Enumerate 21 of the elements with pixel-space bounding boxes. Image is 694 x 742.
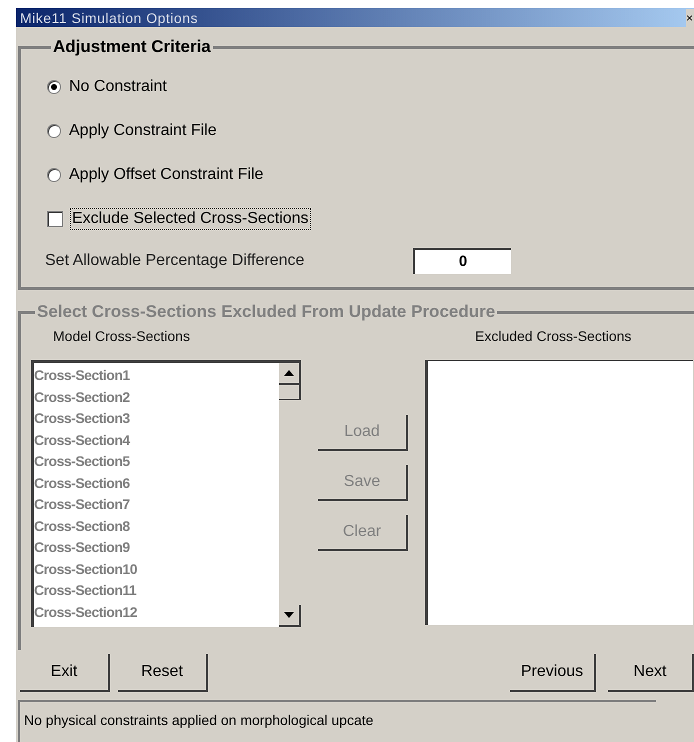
window-title: Mike11 Simulation Options	[20, 10, 198, 26]
list-label: Model Cross-Sections	[53, 328, 191, 344]
status-bar: No physical constraints applied on morphological upcate	[18, 700, 656, 742]
radio-option[interactable]: No Constraint	[47, 65, 694, 109]
nav-button[interactable]: Previous	[510, 654, 596, 692]
list-label: Excluded Cross-Sections	[475, 328, 632, 344]
checkbox-option[interactable]: Exclude Selected Cross-Sections	[47, 197, 694, 241]
group-title: Select Cross-Sections Excluded From Update Procedure	[36, 302, 496, 322]
scroll-up-icon[interactable]	[279, 363, 301, 385]
scroll-down-icon[interactable]	[279, 605, 301, 627]
nav-button[interactable]: Reset	[118, 654, 208, 692]
nav-button[interactable]: Next	[608, 654, 694, 692]
percentage-field[interactable]: 0	[413, 248, 511, 274]
scrollbar[interactable]	[279, 363, 301, 627]
close-button[interactable]: ×	[686, 8, 694, 26]
radio-option[interactable]: Apply Constraint File	[47, 109, 694, 153]
scroll-thumb[interactable]	[279, 385, 301, 400]
nav-button[interactable]: Exit	[20, 654, 110, 692]
field-label: Set Allowable Percentage Difference	[45, 252, 306, 270]
radio-option[interactable]: Apply Offset Constraint File	[47, 153, 694, 197]
group-title: Adjustment Criteria	[52, 37, 212, 57]
